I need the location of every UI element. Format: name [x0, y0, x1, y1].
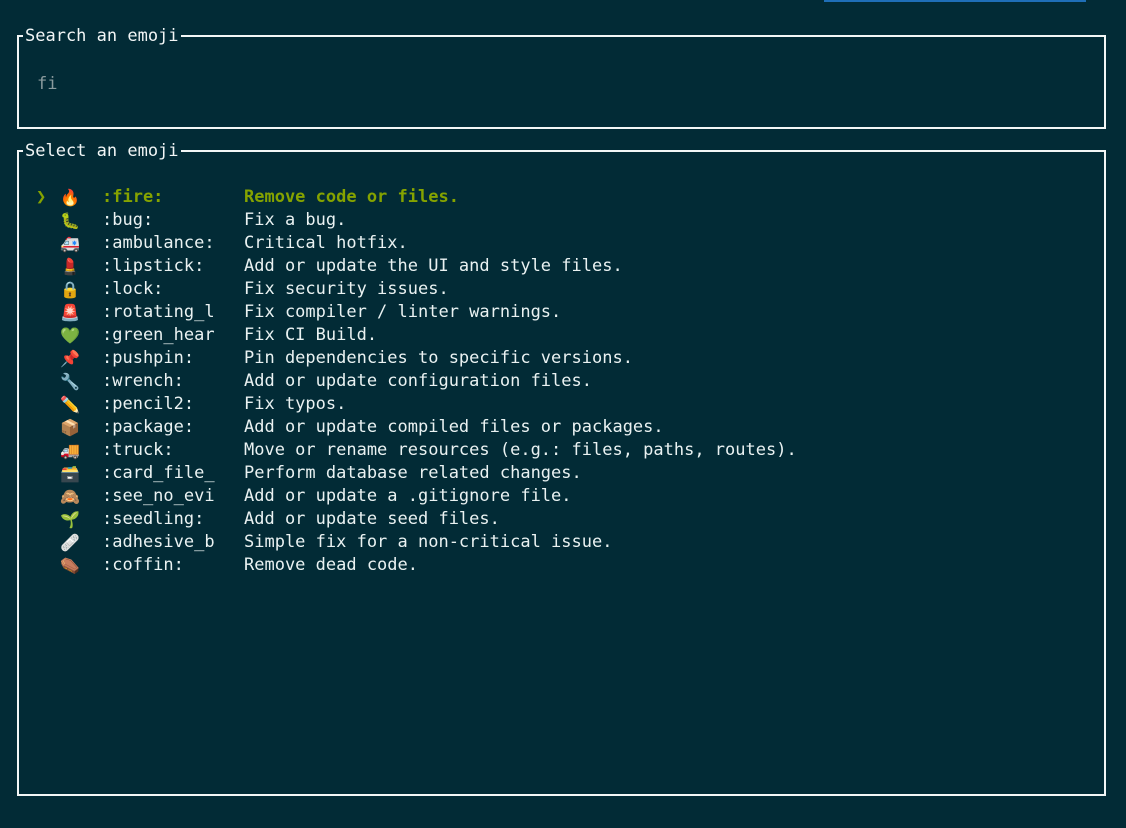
- emoji-glyph: 🚨: [60, 303, 80, 322]
- emoji-code: :ambulance:: [102, 233, 215, 253]
- emoji-list: ❯ 🔥 :fire: Remove code or files. 🐛 :bug: Fix a…: [19, 186, 1104, 577]
- emoji-list-item[interactable]: 🚚 :truck: Move or rename resources (e.g.: …: [19, 439, 1104, 462]
- emoji-description: Fix typos.: [244, 394, 347, 414]
- emoji-description: Add or update a .gitignore file.: [244, 486, 572, 506]
- emoji-list-item[interactable]: 🚨 :rotating_l Fix compiler / linter warnin…: [19, 301, 1104, 324]
- emoji-list-item[interactable]: 🌱 :seedling: Add or update seed files.: [19, 508, 1104, 531]
- emoji-code: :coffin:: [102, 555, 184, 575]
- emoji-glyph: 🗃️: [60, 464, 80, 483]
- emoji-glyph: 💚: [60, 326, 80, 345]
- emoji-list-item[interactable]: 📌 :pushpin: Pin dependencies to specific v…: [19, 347, 1104, 370]
- emoji-glyph: ✏️: [60, 395, 80, 414]
- emoji-description: Fix CI Build.: [244, 325, 378, 345]
- emoji-code: :adhesive_b: [102, 532, 215, 552]
- emoji-list-item[interactable]: ⚰️ :coffin: Remove dead code.: [19, 554, 1104, 577]
- emoji-list-item[interactable]: 🐛 :bug: Fix a bug.: [19, 209, 1104, 232]
- emoji-list-item[interactable]: 🔧 :wrench: Add or update configuration fil…: [19, 370, 1104, 393]
- emoji-description: Pin dependencies to specific versions.: [244, 348, 633, 368]
- emoji-glyph: 🌱: [60, 510, 80, 529]
- emoji-code: :fire:: [102, 187, 164, 207]
- emoji-description: Remove code or files.: [244, 187, 459, 207]
- emoji-code: :lock:: [102, 279, 164, 299]
- emoji-glyph: 🔒: [60, 280, 80, 299]
- emoji-list-item[interactable]: ❯ 🔥 :fire: Remove code or files.: [19, 186, 1104, 209]
- emoji-description: Fix a bug.: [244, 210, 347, 230]
- emoji-description: Fix compiler / linter warnings.: [244, 302, 562, 322]
- emoji-list-item[interactable]: 💚 :green_hear Fix CI Build.: [19, 324, 1104, 347]
- emoji-glyph: 💄: [60, 257, 80, 276]
- emoji-code: :see_no_evi: [102, 486, 215, 506]
- emoji-code: :pushpin:: [102, 348, 195, 368]
- emoji-code: :card_file_: [102, 463, 215, 483]
- emoji-glyph: 🔥: [60, 188, 80, 207]
- emoji-glyph: 🚑: [60, 234, 80, 253]
- emoji-glyph: 🩹: [60, 533, 80, 552]
- emoji-code: :bug:: [102, 210, 154, 230]
- emoji-list-item[interactable]: 🚑 :ambulance: Critical hotfix.: [19, 232, 1104, 255]
- emoji-glyph: 🐛: [60, 211, 80, 230]
- window-top-accent-bar: [824, 0, 1086, 2]
- emoji-list-item[interactable]: 💄 :lipstick: Add or update the UI and styl…: [19, 255, 1104, 278]
- emoji-code: :seedling:: [102, 509, 205, 529]
- emoji-code: :lipstick:: [102, 256, 205, 276]
- emoji-description: Remove dead code.: [244, 555, 418, 575]
- emoji-description: Move or rename resources (e.g.: files, p…: [244, 440, 797, 460]
- emoji-glyph: 🚚: [60, 441, 80, 460]
- emoji-glyph: 📌: [60, 349, 80, 368]
- emoji-description: Simple fix for a non-critical issue.: [244, 532, 613, 552]
- emoji-glyph: 📦: [60, 418, 80, 437]
- emoji-description: Add or update the UI and style files.: [244, 256, 623, 276]
- emoji-description: Add or update configuration files.: [244, 371, 592, 391]
- emoji-list-item[interactable]: ✏️ :pencil2: Fix typos.: [19, 393, 1104, 416]
- emoji-list-item[interactable]: 🔒 :lock: Fix security issues.: [19, 278, 1104, 301]
- emoji-description: Perform database related changes.: [244, 463, 582, 483]
- selection-cursor-icon: ❯: [36, 187, 47, 207]
- emoji-code: :rotating_l: [102, 302, 215, 322]
- emoji-description: Fix security issues.: [244, 279, 449, 299]
- emoji-code: :pencil2:: [102, 394, 195, 414]
- emoji-list-item[interactable]: 🩹 :adhesive_b Simple fix for a non-critica…: [19, 531, 1104, 554]
- emoji-list-item[interactable]: 🗃️ :card_file_ Perform database related ch…: [19, 462, 1104, 485]
- emoji-code: :green_hear: [102, 325, 215, 345]
- emoji-code: :package:: [102, 417, 195, 437]
- search-panel-title: Search an emoji: [23, 25, 181, 47]
- search-input[interactable]: fi: [37, 73, 57, 95]
- emoji-description: Add or update seed files.: [244, 509, 500, 529]
- emoji-glyph: ⚰️: [60, 556, 80, 575]
- emoji-code: :truck:: [102, 440, 174, 460]
- emoji-code: :wrench:: [102, 371, 184, 391]
- emoji-description: Critical hotfix.: [244, 233, 408, 253]
- emoji-glyph: 🔧: [60, 372, 80, 391]
- emoji-list-item[interactable]: 📦 :package: Add or update compiled files o…: [19, 416, 1104, 439]
- emoji-list-item[interactable]: 🙈 :see_no_evi Add or update a .gitignore f…: [19, 485, 1104, 508]
- select-panel-title: Select an emoji: [23, 140, 181, 162]
- select-panel: Select an emoji ❯ 🔥 :fire: Remove code or f…: [17, 140, 1106, 796]
- emoji-description: Add or update compiled files or packages…: [244, 417, 664, 437]
- emoji-glyph: 🙈: [60, 487, 80, 506]
- search-panel: Search an emoji fi: [17, 25, 1106, 129]
